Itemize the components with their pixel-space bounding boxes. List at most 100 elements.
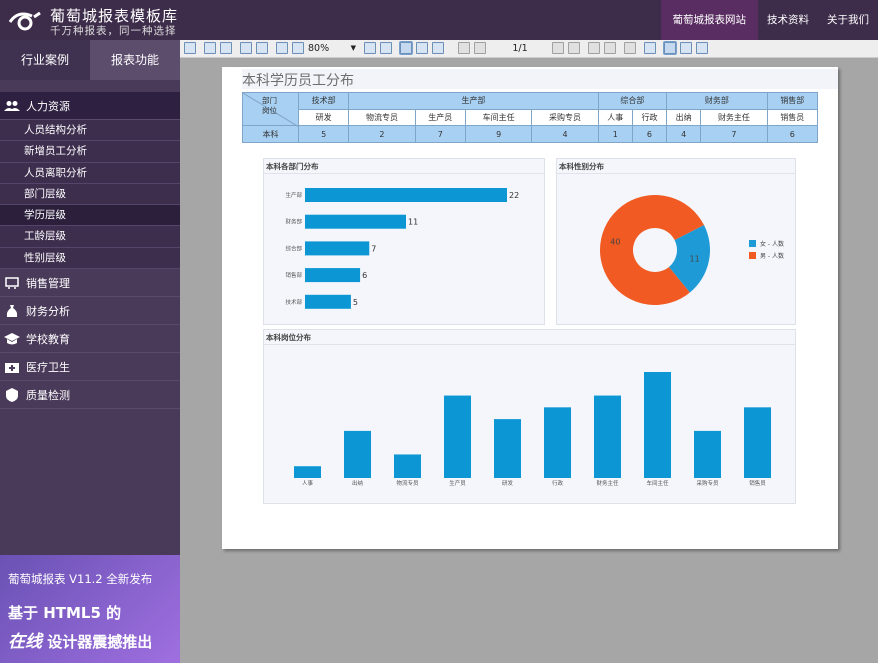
sidebar-item-dept-level[interactable]: 部门层级: [0, 183, 180, 206]
sidebar-item-new-staff[interactable]: 新增员工分析: [0, 141, 180, 163]
export-icon[interactable]: [220, 42, 232, 54]
find-icon[interactable]: [256, 42, 268, 54]
table-corner-cell: 部门 岗位: [242, 91, 299, 127]
position-header: 物流专员: [348, 108, 416, 127]
dept-bar: [305, 214, 406, 229]
forward-icon[interactable]: [604, 42, 616, 54]
row-label-bachelor: 本科: [242, 125, 299, 144]
cart-icon: [4, 276, 20, 290]
fit-width-icon[interactable]: [364, 42, 376, 54]
position-header: 研发: [297, 108, 350, 127]
corner-dept-label: 部门: [262, 96, 277, 105]
position-bar: [544, 407, 571, 478]
table-cell: 2: [348, 125, 416, 144]
parent-report-icon[interactable]: [624, 42, 636, 54]
position-bar: [644, 372, 671, 478]
select-cursor-icon[interactable]: [680, 42, 692, 54]
position-axis-label: 车间主任: [646, 479, 669, 487]
medical-kit-icon: [4, 360, 20, 374]
gender-slice-label: 11: [690, 254, 700, 263]
position-axis-label: 行政: [552, 479, 564, 487]
multi-page-icon[interactable]: [432, 42, 444, 54]
pan-hand-icon[interactable]: [663, 41, 677, 55]
dept-bar: [305, 241, 370, 256]
nav-report-site[interactable]: 葡萄城报表网站: [660, 0, 758, 40]
sidebar-item-staff-structure[interactable]: 人员结构分析: [0, 120, 180, 142]
position-header: 人事: [597, 108, 633, 127]
position-bar: [394, 454, 421, 478]
dept-bar: [305, 188, 507, 202]
back-icon[interactable]: [588, 42, 600, 54]
brand-subtitle: 千万种报表，同一种选择: [50, 25, 177, 37]
table-cell: 9: [464, 125, 533, 144]
promo-banner[interactable]: 葡萄城报表 V11.2 全新发布 基于 HTML5 的 在线 设计器震撼推出: [0, 555, 180, 663]
zoom-select[interactable]: 80% ▼: [306, 42, 358, 55]
position-axis-label: 生产员: [449, 479, 466, 487]
dept-header-tech: 技术部: [297, 92, 350, 110]
print-icon[interactable]: [204, 42, 216, 54]
position-header: 车间主任: [464, 108, 533, 127]
top-header: 葡萄城报表模板库 千万种报表，同一种选择 葡萄城报表网站 技术资料 关于我们: [0, 0, 878, 40]
gender-donut-chart: 11 女 - 人数 40 男 - 人数: [600, 195, 784, 305]
snapshot-icon[interactable]: [696, 42, 708, 54]
refresh-icon[interactable]: [644, 42, 656, 54]
logo-icon: [8, 11, 41, 31]
position-axis-label: 物流专员: [396, 479, 419, 487]
sidebar-item-seniority-level[interactable]: 工龄层级: [0, 226, 180, 248]
dept-bar: [305, 268, 361, 283]
table-cell: 4: [666, 125, 702, 144]
zoom-value: 80%: [308, 43, 330, 54]
legend-swatch: [749, 252, 756, 259]
position-header: 采购专员: [531, 108, 599, 127]
menu-hr[interactable]: 人力资源: [0, 92, 180, 120]
report-title: 本科学历员工分布: [242, 73, 354, 89]
menu-quality[interactable]: 质量检测: [0, 381, 180, 410]
menu-hr-label: 人力资源: [26, 99, 70, 113]
dept-header-finance: 财务部: [666, 92, 768, 110]
last-page-icon[interactable]: [568, 42, 580, 54]
table-cell: 6: [766, 125, 819, 144]
promo-line1: 葡萄城报表 V11.2 全新发布: [8, 572, 153, 586]
continuous-page-icon[interactable]: [416, 42, 428, 54]
position-chart-panel: 本科岗位分布 人事 出纳 物流专员 生产员 研发 行政 财务主任 车间主任 采购专员 销售员: [263, 329, 796, 504]
dept-bar-value: 22: [509, 191, 519, 200]
zoom-out-icon[interactable]: [292, 42, 304, 54]
position-axis-label: 研发: [502, 479, 514, 487]
sidebar-item-resignation[interactable]: 人员离职分析: [0, 162, 180, 184]
first-page-icon[interactable]: [458, 42, 470, 54]
menu-medical[interactable]: 医疗卫生: [0, 353, 180, 382]
single-page-icon[interactable]: [399, 41, 413, 55]
tab-report-features[interactable]: 报表功能: [90, 40, 180, 80]
money-bag-icon: [4, 304, 20, 318]
gender-chart-panel: 本科性别分布 11 女 - 人数 40 男 - 人数: [556, 158, 796, 325]
nav-tech-docs[interactable]: 技术资料: [758, 0, 818, 40]
position-axis-label: 销售员: [749, 479, 766, 487]
nav-about-us[interactable]: 关于我们: [818, 0, 878, 40]
tab-industry-cases[interactable]: 行业案例: [0, 40, 90, 80]
graduation-cap-icon: [4, 332, 20, 346]
position-axis-label: 财务主任: [596, 479, 619, 487]
menu-education[interactable]: 学校教育: [0, 325, 180, 354]
document-map-icon[interactable]: [184, 42, 196, 54]
fit-page-icon[interactable]: [380, 42, 392, 54]
legend-swatch: [749, 240, 756, 247]
dept-axis-label: 财务部: [285, 218, 302, 226]
sidebar-tabs: 行业案例 报表功能: [0, 40, 180, 80]
report-page: 本科学历员工分布 部门 岗位 技术部 生产部 综合部 财务部 销售部 研发 物流…: [222, 67, 838, 549]
sidebar-item-gender-level[interactable]: 性别层级: [0, 247, 180, 270]
menu-education-label: 学校教育: [26, 332, 70, 346]
dept-axis-label: 综合部: [285, 244, 302, 252]
sidebar-item-education-level[interactable]: 学历层级: [0, 205, 180, 227]
copy-icon[interactable]: [240, 42, 252, 54]
zoom-in-icon[interactable]: [276, 42, 288, 54]
menu-sales[interactable]: 销售管理: [0, 269, 180, 298]
menu-finance[interactable]: 财务分析: [0, 297, 180, 326]
page-number[interactable]: 1/1: [490, 42, 550, 55]
next-page-icon[interactable]: [552, 42, 564, 54]
position-header: 生产员: [414, 108, 466, 127]
dept-axis-label: 销售部: [285, 271, 302, 279]
prev-page-icon[interactable]: [474, 42, 486, 54]
viewer-toolbar: 80% ▼ 1/1: [180, 40, 878, 58]
position-bar: [444, 395, 471, 478]
dept-header-production: 生产部: [348, 92, 599, 110]
